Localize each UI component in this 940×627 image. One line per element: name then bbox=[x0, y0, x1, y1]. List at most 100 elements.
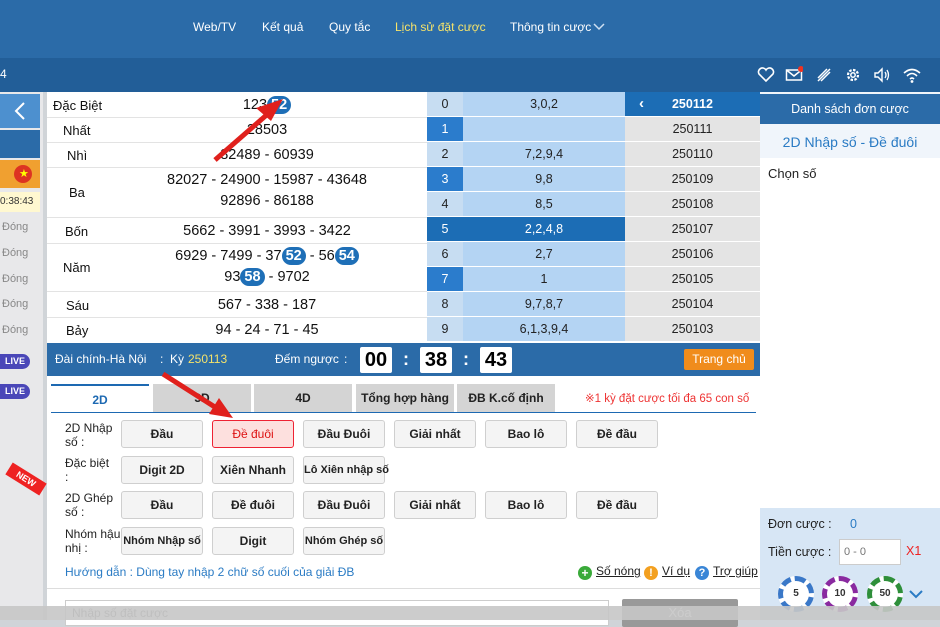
result-row-sixth: Sáu 567 - 338 - 187 bbox=[47, 292, 427, 318]
digit-row: 6 2,7 250106 bbox=[427, 242, 760, 267]
result-row-fifth: Năm 6929 - 7499 - 37 52 - 56 54 93 58 - 970… bbox=[47, 244, 427, 292]
closed-status: Đóng bbox=[2, 221, 29, 233]
closed-status: Đóng bbox=[2, 273, 29, 285]
bet-amount-label: Tiền cược : bbox=[768, 545, 832, 559]
bet-option-button[interactable]: Lô Xiên nhập số bbox=[303, 456, 389, 484]
bet-option-button[interactable]: Đề đuôi bbox=[212, 491, 294, 519]
countdown-label: Đếm ngược bbox=[275, 352, 339, 366]
highlight-pill: 58 bbox=[240, 268, 265, 286]
help-link[interactable]: Trợ giúp bbox=[713, 564, 758, 578]
special-prize-value: 123 52 bbox=[117, 93, 417, 117]
home-button[interactable]: Trang chủ bbox=[684, 349, 754, 370]
group-label: Đặc biệt : bbox=[65, 456, 110, 484]
bet-option-button[interactable]: Bao lô bbox=[485, 491, 567, 519]
station-name: Đài chính-Hà Nội bbox=[55, 352, 147, 366]
chevron-left-icon[interactable]: ‹ bbox=[639, 92, 644, 116]
nav-bet-history[interactable]: Lịch sử đặt cược bbox=[395, 20, 486, 34]
bet-option-button[interactable]: Giải nhất bbox=[394, 420, 476, 448]
bet-summary: Đơn cược : 0 Tiền cược : X1 5 10 50 bbox=[760, 508, 940, 620]
bet-option-button[interactable]: Giải nhất bbox=[394, 491, 476, 519]
bet-option-button[interactable]: Đầu bbox=[121, 420, 203, 448]
selected-bet-type: 2D Nhập số - Đề đuôi bbox=[782, 134, 918, 150]
bet-option-button[interactable]: Bao lô bbox=[485, 420, 567, 448]
bet-option-button[interactable]: Nhóm Ghép số bbox=[303, 527, 385, 555]
result-row-fourth: Bốn 5662 - 3991 - 3993 - 3422 bbox=[47, 218, 427, 244]
closed-status: Đóng bbox=[2, 247, 29, 259]
bet-option-button[interactable]: Digit bbox=[212, 527, 294, 555]
live-badge[interactable]: LIVE bbox=[0, 384, 30, 399]
nav-bet-info[interactable]: Thông tin cược bbox=[510, 20, 591, 34]
bottom-scrollbar bbox=[0, 606, 940, 620]
plus-icon: + bbox=[578, 566, 592, 580]
digit-row: 8 9,7,8,7 250104 bbox=[427, 292, 760, 317]
tab-4d[interactable]: 4D bbox=[254, 384, 352, 412]
bet-panel: 2D 3D 4D Tổng hợp hàng số ĐB K.cố định ※… bbox=[47, 376, 760, 627]
bet-option-button-selected[interactable]: Đề đuôi bbox=[212, 420, 294, 448]
bet-option-button[interactable]: Đầu Đuôi bbox=[303, 491, 385, 519]
digit-row: 7 1 250105 bbox=[427, 267, 760, 292]
group-label: Nhóm hậu nhị : bbox=[65, 527, 121, 555]
bet-option-button[interactable]: Đề đầu bbox=[576, 420, 658, 448]
left-sidebar: ★ 0:38:43 Đóng Đóng Đóng Đóng Đóng LIVE … bbox=[0, 92, 47, 620]
bet-option-button[interactable]: Nhóm Nhập số bbox=[121, 527, 203, 555]
vietnam-flag-item[interactable]: ★ bbox=[0, 160, 40, 188]
sub-bar: 4 bbox=[0, 58, 940, 92]
choose-number-label: Chọn số bbox=[768, 166, 817, 181]
order-count-label: Đơn cược : bbox=[768, 517, 832, 531]
sidebar-tab[interactable] bbox=[0, 130, 40, 158]
help-icon: ? bbox=[695, 566, 709, 580]
chevron-left-icon bbox=[14, 102, 25, 120]
result-row-special: Đặc Biệt 123 52 bbox=[47, 92, 427, 118]
closed-status: Đóng bbox=[2, 298, 29, 310]
example-link[interactable]: Ví dụ bbox=[662, 564, 690, 578]
ky-label: Kỳ bbox=[170, 352, 185, 366]
countdown-minutes: 38 bbox=[420, 347, 452, 373]
tab-fixed-special[interactable]: ĐB K.cố định bbox=[457, 384, 555, 412]
live-badge[interactable]: LIVE bbox=[0, 354, 30, 369]
bet-option-button[interactable]: Digit 2D bbox=[121, 456, 203, 484]
group-label: 2D Ghép số : bbox=[65, 491, 114, 519]
result-row-second: Nhì 82489 - 60939 bbox=[47, 143, 427, 168]
new-badge: NEW bbox=[5, 462, 47, 496]
bet-option-button[interactable]: Xiên Nhanh bbox=[212, 456, 294, 484]
highlight-pill: 54 bbox=[334, 247, 359, 265]
countdown-hours: 00 bbox=[360, 347, 392, 373]
subbar-left-text: 4 bbox=[0, 67, 7, 81]
highlight-pill: 52 bbox=[267, 96, 292, 114]
tab-3d[interactable]: 3D bbox=[153, 384, 251, 412]
bet-option-button[interactable]: Đầu bbox=[121, 491, 203, 519]
promo-icon[interactable] bbox=[815, 66, 833, 84]
mail-icon[interactable] bbox=[785, 66, 803, 84]
tab-2d[interactable]: 2D bbox=[51, 384, 149, 412]
nav-results[interactable]: Kết quả bbox=[262, 20, 303, 34]
hot-numbers-link[interactable]: Số nóng bbox=[596, 564, 641, 578]
info-icon: ! bbox=[644, 566, 658, 580]
gear-icon[interactable] bbox=[844, 66, 862, 84]
favorite-icon[interactable] bbox=[757, 66, 775, 84]
wifi-icon[interactable] bbox=[903, 66, 921, 84]
digit-row: 4 8,5 250108 bbox=[427, 192, 760, 217]
order-panel: Danh sách đơn cược 2D Nhập số - Đề đuôi … bbox=[760, 92, 940, 620]
tab-summary[interactable]: Tổng hợp hàng số bbox=[356, 384, 454, 433]
digit-row: 2 7,2,9,4 250110 bbox=[427, 142, 760, 167]
order-list-header: Danh sách đơn cược bbox=[760, 94, 940, 124]
digit-row: 5 2,2,4,8 250107 bbox=[427, 217, 760, 242]
digit-row: 1 250111 bbox=[427, 117, 760, 142]
chevron-down-icon[interactable] bbox=[593, 23, 605, 31]
multiplier[interactable]: X1 bbox=[906, 544, 921, 558]
digit-row: 3 9,8 250109 bbox=[427, 167, 760, 192]
nav-web-tv[interactable]: Web/TV bbox=[193, 20, 236, 34]
current-draw[interactable]: ‹ 250112 bbox=[625, 92, 760, 116]
back-button[interactable] bbox=[0, 94, 40, 128]
speaker-icon[interactable] bbox=[873, 66, 891, 84]
result-row-third: Ba 82027 - 24900 - 15987 - 43648 92896 -… bbox=[47, 168, 427, 218]
chevron-down-icon[interactable] bbox=[909, 590, 923, 599]
bet-option-button[interactable]: Đề đầu bbox=[576, 491, 658, 519]
countdown-seconds: 43 bbox=[480, 347, 512, 373]
bet-option-button[interactable]: Đầu Đuôi bbox=[303, 420, 385, 448]
draw-info-bar: Đài chính-Hà Nội : Kỳ 250113 Đếm ngược :… bbox=[47, 343, 760, 376]
bet-amount-input[interactable] bbox=[839, 539, 901, 565]
nav-rules[interactable]: Quy tắc bbox=[329, 20, 370, 34]
number-selection-area[interactable]: Chọn số bbox=[760, 158, 940, 508]
order-count: 0 bbox=[850, 517, 857, 531]
